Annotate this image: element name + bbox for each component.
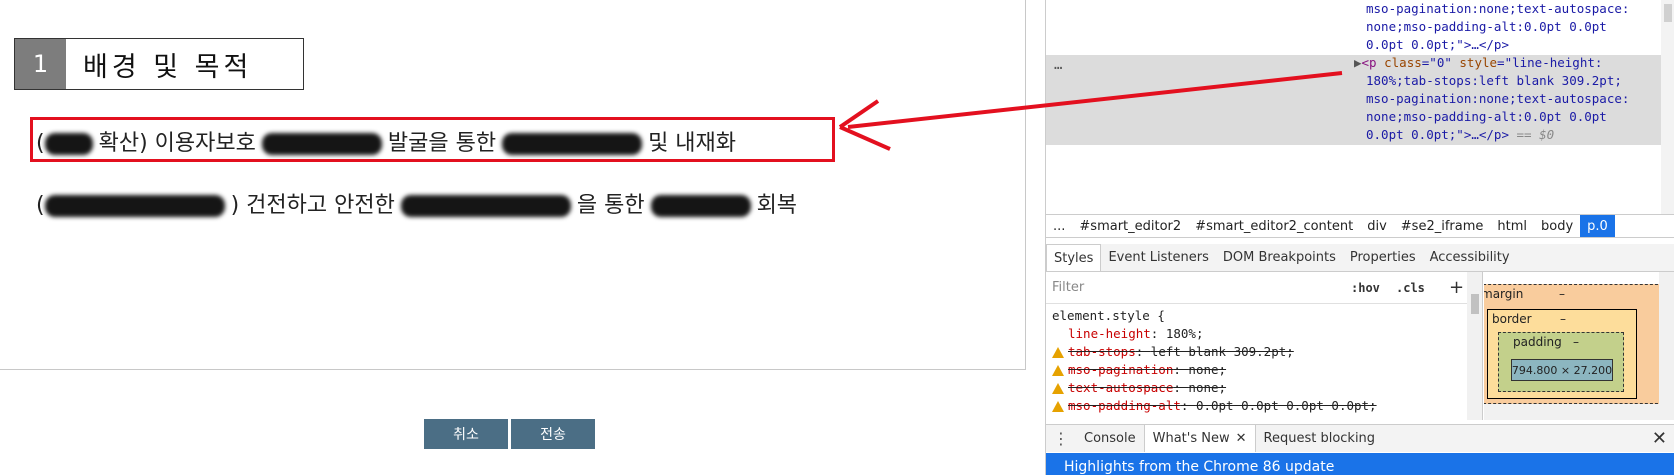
styles-scrollbar[interactable] [1467,272,1482,420]
styles-filter-row: Filter :hov .cls + [1046,272,1482,304]
box-model-diagram: margin – border – padding – 794.800 × 27… [1484,272,1674,420]
rule-property[interactable]: line-height: 180%; [1052,325,1482,343]
class-attr: class [1384,55,1422,70]
selected-node-line[interactable]: ▶<p class="0" style="line-height: [1354,54,1602,72]
styles-tabbar: Styles Event Listeners DOM Breakpoints P… [1046,244,1674,272]
warning-icon [1052,383,1064,394]
warning-icon [1052,401,1064,412]
border-value: – [1560,312,1566,326]
section-title: 배경 및 목적 [83,51,253,83]
breadcrumb-item[interactable]: html [1490,219,1534,234]
code-line: none;mso-padding-alt:0.0pt 0.0pt [1366,19,1607,34]
hov-toggle[interactable]: :hov [1351,281,1380,295]
close-drawer-icon[interactable]: ✕ [1652,428,1667,449]
code-line: mso-pagination:none;text-autospace: [1366,91,1630,106]
padding-label: padding [1513,335,1562,349]
tab-styles[interactable]: Styles [1046,244,1102,271]
class-val: "0" [1429,55,1452,70]
p2-word-2: ) 건전하고 안전한 [230,193,395,218]
code-line: 180%;tab-stops:left blank 309.2pt; [1366,73,1622,88]
whats-new-banner: Highlights from the Chrome 86 update [1046,453,1674,475]
paragraph-2[interactable]: ( ) 건전하고 안전한 을 통한 회복 [36,187,803,219]
breadcrumb-item[interactable]: div [1360,219,1394,234]
box-model-content: 794.800 × 27.200 [1511,359,1613,381]
code-line: 0.0pt 0.0pt;">…</p> [1366,37,1509,52]
devtools-panel: mso-pagination:none;text-autospace: none… [1045,0,1674,475]
box-model-margin: margin – border – padding – 794.800 × 27… [1484,284,1663,404]
margin-value: – [1559,287,1565,301]
expand-triangle-icon[interactable]: ▶ [1354,55,1362,70]
rule-selector: element.style { [1052,308,1165,323]
box-model-scrollbar[interactable] [1659,272,1674,420]
tab-dom-breakpoints[interactable]: DOM Breakpoints [1216,244,1343,271]
breadcrumb-item[interactable]: #smart_editor2 [1072,219,1188,234]
tab-console[interactable]: Console [1076,425,1144,452]
warning-icon [1052,365,1064,376]
styles-pane: Filter :hov .cls + element.style { line-… [1046,272,1483,420]
style-attr: style [1459,55,1498,70]
box-model-padding: padding – 794.800 × 27.200 [1498,332,1624,392]
css-rules: element.style { line-height: 180%; tab-s… [1046,304,1482,415]
dollar-zero: == $0 [1516,127,1555,142]
redaction-mark [650,195,751,217]
code-line-last: 0.0pt 0.0pt;">…</p> == $0 [1366,126,1554,144]
screenshot-root: 1 배경 및 목적 (확산) 이용자보호 발굴을 통한 및 내재화 () 건전하고 … [0,0,1674,475]
cancel-button[interactable]: 취소 [424,419,508,449]
breadcrumb-item-active[interactable]: p.0 [1580,215,1615,237]
more-tools-kebab-icon[interactable]: ⋮ [1046,429,1076,448]
tab-request-blocking[interactable]: Request blocking [1256,425,1384,452]
tab-event-listeners[interactable]: Event Listeners [1101,244,1215,271]
p2-word-3: 을 통한 [576,193,645,218]
rule-property[interactable]: tab-stops: left blank 309.2pt; [1052,343,1482,361]
breadcrumb-item[interactable]: ... [1046,219,1072,234]
box-model-hscrollbar[interactable] [1484,404,1659,420]
breadcrumb-item[interactable]: #smart_editor2_content [1188,219,1360,234]
cls-toggle[interactable]: .cls [1396,281,1425,295]
tab-whats-new-label: What's New [1152,431,1230,446]
warning-icon [1052,347,1064,358]
tab-accessibility[interactable]: Accessibility [1423,244,1517,271]
rule-property[interactable]: mso-pagination: none; [1052,361,1482,379]
editor-pane: 1 배경 및 목적 (확산) 이용자보호 발굴을 통한 및 내재화 () 건전하고 … [0,0,1026,370]
tab-properties[interactable]: Properties [1343,244,1423,271]
highlight-annotation-box [30,117,835,162]
code-end: 0.0pt 0.0pt;">…</p> [1366,127,1509,142]
elements-scrollbar[interactable] [1661,0,1674,214]
dom-breadcrumb: ... #smart_editor2 #smart_editor2_conten… [1046,214,1674,238]
redaction-mark [400,195,571,217]
rule-property[interactable]: text-autospace: none; [1052,379,1482,397]
new-rule-plus-icon[interactable]: + [1449,277,1464,298]
margin-label: margin [1484,287,1524,301]
elements-tree: mso-pagination:none;text-autospace: none… [1046,0,1674,214]
redaction-mark [44,195,225,217]
rule-property[interactable]: mso-padding-alt: 0.0pt 0.0pt 0.0pt 0.0pt… [1052,397,1482,415]
border-label: border [1492,312,1532,326]
p2-word-4: 회복 [756,193,798,218]
breadcrumb-item[interactable]: #se2_iframe [1394,219,1491,234]
send-button[interactable]: 전송 [511,419,595,449]
node-actions-dots[interactable]: … [1054,57,1062,73]
breadcrumb-item[interactable]: body [1534,219,1580,234]
tag-open: <p [1361,55,1377,70]
section-heading: 1 배경 및 목적 [14,38,304,90]
p2-word-1: ( [36,193,45,218]
close-tab-icon[interactable]: ✕ [1236,431,1247,446]
style-val-1: "line-height: [1504,55,1603,70]
code-line: mso-pagination:none;text-autospace: [1366,1,1630,16]
tab-whats-new[interactable]: What's New ✕ [1143,425,1256,452]
section-number: 1 [15,39,66,89]
box-model-border: border – padding – 794.800 × 27.200 [1487,309,1637,399]
drawer-tabbar: ⋮ Console What's New ✕ Request blocking ✕ [1046,424,1674,452]
padding-value: – [1573,335,1579,349]
styles-filter-input[interactable]: Filter [1052,280,1084,295]
code-line: none;mso-padding-alt:0.0pt 0.0pt [1366,109,1607,124]
